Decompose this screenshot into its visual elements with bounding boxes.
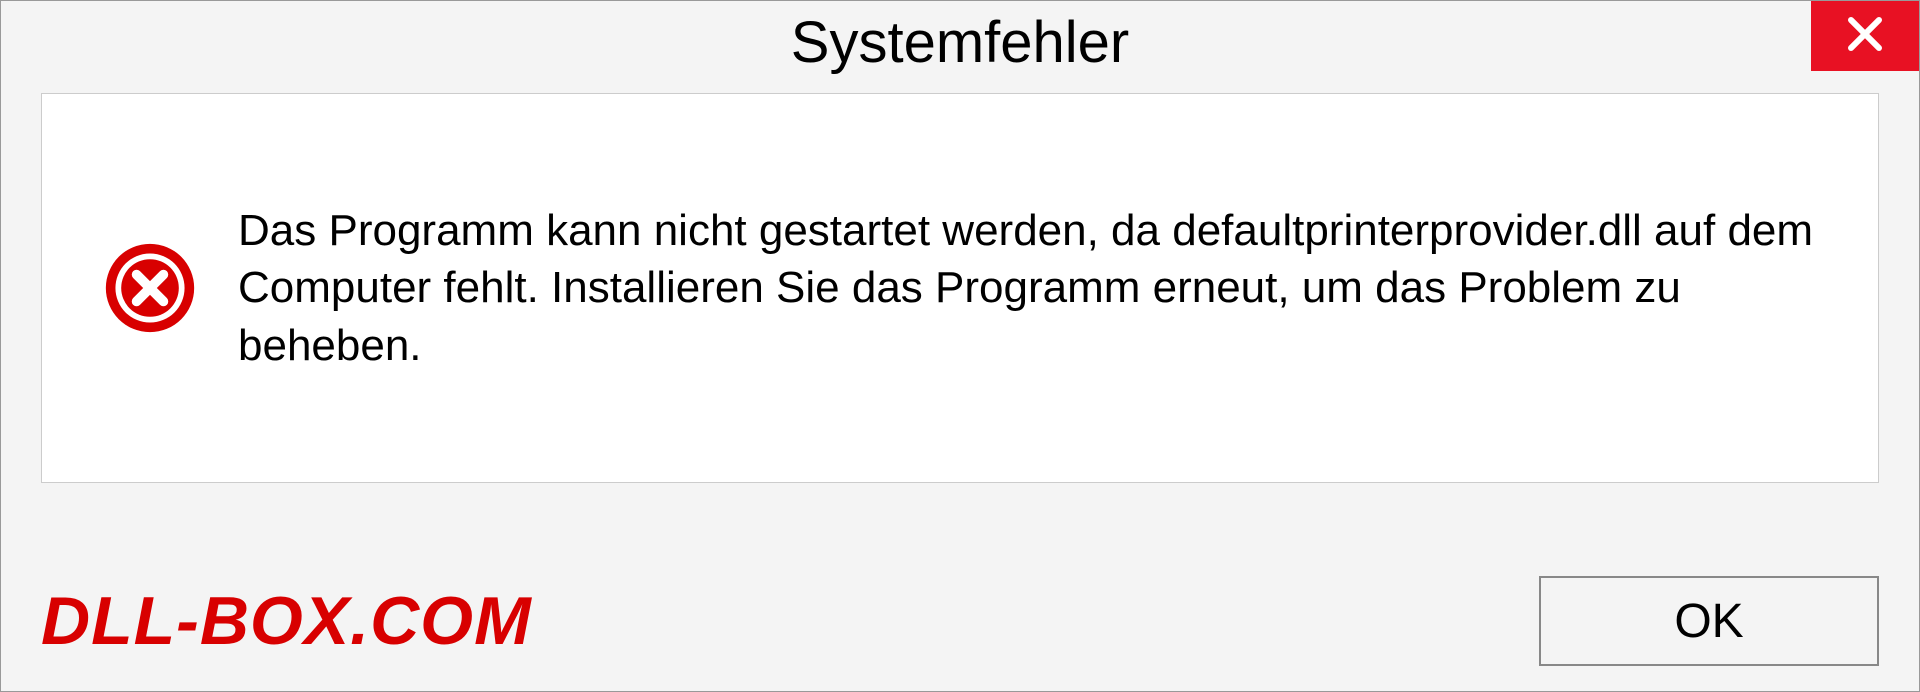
titlebar: Systemfehler	[1, 1, 1919, 89]
error-message: Das Programm kann nicht gestartet werden…	[238, 202, 1818, 374]
content-panel: Das Programm kann nicht gestartet werden…	[41, 93, 1879, 483]
footer: DLL-BOX.COM OK	[41, 571, 1879, 671]
ok-button[interactable]: OK	[1539, 576, 1879, 666]
error-icon	[102, 240, 198, 336]
close-icon	[1845, 14, 1885, 59]
error-dialog: Systemfehler Das Programm kann nicht ges…	[0, 0, 1920, 692]
ok-button-label: OK	[1674, 594, 1743, 649]
dialog-title: Systemfehler	[791, 9, 1129, 76]
watermark-text: DLL-BOX.COM	[41, 582, 532, 660]
close-button[interactable]	[1811, 1, 1919, 71]
